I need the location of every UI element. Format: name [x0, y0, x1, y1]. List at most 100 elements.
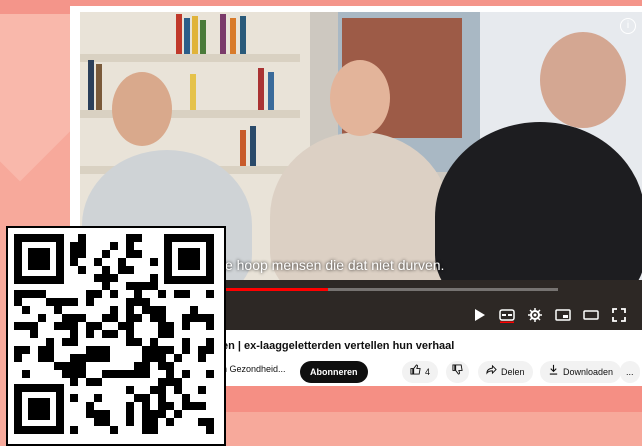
person-middle [270, 132, 450, 302]
qr-module [86, 354, 94, 362]
qr-module [86, 330, 94, 338]
qr-module [126, 338, 134, 346]
person-middle-head [330, 60, 390, 136]
qr-module [94, 418, 102, 426]
book [200, 20, 206, 54]
qr-module [134, 282, 142, 290]
qr-module [142, 282, 150, 290]
qr-module [46, 354, 54, 362]
qr-module [38, 354, 46, 362]
qr-module [134, 338, 142, 346]
qr-module [78, 354, 86, 362]
qr-module [142, 426, 150, 434]
qr-module [94, 274, 102, 282]
qr-module [134, 290, 142, 298]
qr-module [158, 394, 166, 402]
qr-module [182, 370, 190, 378]
qr-module [22, 346, 30, 354]
share-button[interactable]: Delen [478, 361, 533, 383]
qr-module [110, 330, 118, 338]
qr-module [166, 330, 174, 338]
qr-module [206, 290, 214, 298]
qr-module [150, 354, 158, 362]
qr-module [110, 290, 118, 298]
qr-module [102, 250, 110, 258]
qr-code [6, 226, 226, 446]
qr-module [86, 378, 94, 386]
qr-module [198, 402, 206, 410]
qr-module [22, 370, 30, 378]
qr-module [102, 410, 110, 418]
download-button[interactable]: Downloaden [540, 361, 622, 383]
qr-module [142, 346, 150, 354]
qr-module [142, 418, 150, 426]
qr-module [126, 298, 134, 306]
video-title[interactable]: en | ex-laaggeletterden vertellen hun ve… [222, 340, 632, 352]
qr-module [206, 338, 214, 346]
qr-module [86, 346, 94, 354]
theater-icon[interactable] [582, 306, 600, 324]
qr-module [46, 346, 54, 354]
qr-module [62, 338, 70, 346]
qr-code-image [14, 234, 214, 434]
qr-module [94, 322, 102, 330]
qr-module [78, 234, 86, 242]
qr-module [158, 362, 166, 370]
qr-module [134, 370, 142, 378]
qr-module [54, 362, 62, 370]
qr-module [78, 242, 86, 250]
download-label: Downloaden [563, 367, 614, 377]
like-button[interactable]: 4 [402, 361, 439, 383]
subtitles-icon[interactable] [498, 306, 516, 324]
settings-icon[interactable] [526, 306, 544, 324]
subscribe-button[interactable]: Abonneren [300, 361, 368, 383]
dislike-button[interactable] [446, 361, 469, 383]
book [176, 14, 182, 54]
play-icon[interactable] [470, 306, 488, 324]
qr-module [118, 370, 126, 378]
qr-module [46, 298, 54, 306]
qr-module [126, 250, 134, 258]
qr-module [142, 306, 150, 314]
book [184, 18, 190, 54]
qr-module [198, 354, 206, 362]
qr-module [78, 314, 86, 322]
book [96, 64, 102, 110]
qr-module [62, 322, 70, 330]
qr-module [134, 250, 142, 258]
qr-module [70, 258, 78, 266]
qr-module [150, 386, 158, 394]
miniplayer-icon[interactable] [554, 306, 572, 324]
qr-module [150, 306, 158, 314]
qr-module [134, 314, 142, 322]
qr-module [158, 378, 166, 386]
qr-module [54, 322, 62, 330]
qr-module [182, 394, 190, 402]
fullscreen-icon[interactable] [610, 306, 628, 324]
more-button[interactable]: ... [620, 361, 640, 383]
like-count: 4 [425, 367, 431, 377]
qr-module [158, 354, 166, 362]
qr-module [70, 370, 78, 378]
book [190, 74, 196, 110]
qr-module [86, 410, 94, 418]
qr-module [38, 346, 46, 354]
qr-module [94, 290, 102, 298]
qr-module [62, 314, 70, 322]
qr-module [102, 314, 110, 322]
channel-name[interactable]: n Gezondheid... [222, 364, 286, 374]
book [192, 16, 198, 54]
qr-module [102, 346, 110, 354]
qr-module [150, 274, 158, 282]
info-icon[interactable]: i [620, 18, 636, 34]
qr-module [206, 322, 214, 330]
qr-module [78, 266, 86, 274]
qr-module [134, 298, 142, 306]
qr-module [38, 290, 46, 298]
qr-module [110, 426, 118, 434]
book [268, 72, 274, 110]
qr-module [62, 362, 70, 370]
person-left-head [112, 72, 172, 146]
qr-module [126, 242, 134, 250]
book [88, 60, 94, 110]
